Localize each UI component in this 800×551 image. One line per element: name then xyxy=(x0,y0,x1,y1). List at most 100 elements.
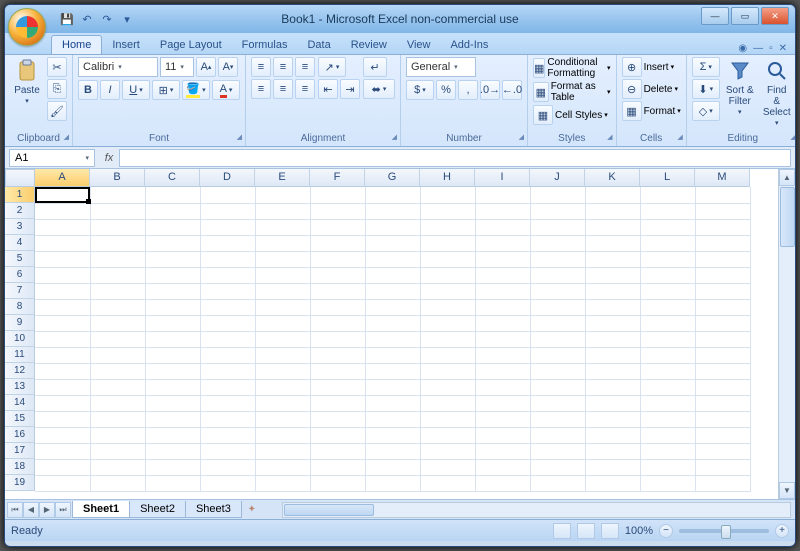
cell[interactable] xyxy=(35,235,90,251)
conditional-formatting-button[interactable]: ▦Conditional Formatting▾ xyxy=(533,57,611,79)
scroll-down-icon[interactable]: ▼ xyxy=(779,482,795,499)
cell[interactable] xyxy=(145,299,200,315)
cell[interactable] xyxy=(420,203,475,219)
cell[interactable] xyxy=(530,283,585,299)
name-box[interactable]: A1 xyxy=(9,149,95,167)
row-header-9[interactable]: 9 xyxy=(5,315,35,331)
fx-button[interactable]: fx xyxy=(99,149,119,167)
zoom-in-button[interactable]: + xyxy=(775,524,789,538)
cell[interactable] xyxy=(365,235,420,251)
cell[interactable] xyxy=(585,203,640,219)
cell[interactable] xyxy=(35,347,90,363)
cell[interactable] xyxy=(255,251,310,267)
cell[interactable] xyxy=(640,427,695,443)
cell[interactable] xyxy=(90,251,145,267)
cell[interactable] xyxy=(200,299,255,315)
vertical-scrollbar[interactable]: ▲ ▼ xyxy=(778,169,795,499)
cell[interactable] xyxy=(585,331,640,347)
vscroll-thumb[interactable] xyxy=(780,187,795,247)
cell[interactable] xyxy=(310,411,365,427)
cell[interactable] xyxy=(90,331,145,347)
cell[interactable] xyxy=(200,283,255,299)
cell[interactable] xyxy=(475,395,530,411)
cell[interactable] xyxy=(310,315,365,331)
cell[interactable] xyxy=(35,299,90,315)
cell[interactable] xyxy=(530,235,585,251)
cell[interactable] xyxy=(255,411,310,427)
cell[interactable] xyxy=(35,203,90,219)
autosum-button[interactable]: Σ xyxy=(692,57,720,77)
increase-decimal-button[interactable]: .0→ xyxy=(480,80,500,100)
cell[interactable] xyxy=(695,363,750,379)
cell[interactable] xyxy=(200,267,255,283)
row-header-18[interactable]: 18 xyxy=(5,459,35,475)
cell[interactable] xyxy=(90,235,145,251)
cell[interactable] xyxy=(695,187,750,203)
cell[interactable] xyxy=(90,219,145,235)
cell[interactable] xyxy=(145,219,200,235)
cell[interactable] xyxy=(145,315,200,331)
new-sheet-button[interactable]: ✦ xyxy=(242,504,262,515)
cell[interactable] xyxy=(475,331,530,347)
cell[interactable] xyxy=(640,235,695,251)
cell[interactable] xyxy=(145,459,200,475)
cell[interactable] xyxy=(365,331,420,347)
help-icon[interactable]: ◉ xyxy=(738,43,747,54)
cell[interactable] xyxy=(35,459,90,475)
cell[interactable] xyxy=(90,475,145,491)
cell[interactable] xyxy=(585,267,640,283)
cell[interactable] xyxy=(640,203,695,219)
cell[interactable] xyxy=(695,331,750,347)
cell[interactable] xyxy=(420,235,475,251)
row-header-2[interactable]: 2 xyxy=(5,203,35,219)
cell[interactable] xyxy=(530,363,585,379)
cell[interactable] xyxy=(255,379,310,395)
fill-button[interactable]: ⬇ xyxy=(692,79,720,99)
comma-button[interactable]: , xyxy=(458,80,478,100)
cell[interactable] xyxy=(640,251,695,267)
row-header-4[interactable]: 4 xyxy=(5,235,35,251)
cell[interactable] xyxy=(90,395,145,411)
cell[interactable] xyxy=(365,363,420,379)
cell[interactable] xyxy=(35,475,90,491)
tab-addins[interactable]: Add-Ins xyxy=(440,36,498,54)
qat-dropdown-icon[interactable]: ▾ xyxy=(119,11,135,27)
column-header-M[interactable]: M xyxy=(695,169,750,187)
decrease-indent-button[interactable]: ⇤ xyxy=(318,79,338,99)
cell[interactable] xyxy=(475,235,530,251)
cell[interactable] xyxy=(695,379,750,395)
cell[interactable] xyxy=(475,379,530,395)
increase-indent-button[interactable]: ⇥ xyxy=(340,79,360,99)
cell[interactable] xyxy=(530,379,585,395)
cell[interactable] xyxy=(695,347,750,363)
cell[interactable] xyxy=(585,411,640,427)
cell[interactable] xyxy=(365,443,420,459)
cell[interactable] xyxy=(695,235,750,251)
cell[interactable] xyxy=(585,379,640,395)
align-center-button[interactable]: ≡ xyxy=(273,79,293,99)
cell[interactable] xyxy=(420,443,475,459)
cell[interactable] xyxy=(585,363,640,379)
cell[interactable] xyxy=(640,187,695,203)
cell[interactable] xyxy=(145,283,200,299)
cell[interactable] xyxy=(695,411,750,427)
row-header-8[interactable]: 8 xyxy=(5,299,35,315)
find-select-button[interactable]: Find & Select▾ xyxy=(760,57,794,130)
cell[interactable] xyxy=(310,331,365,347)
cell[interactable] xyxy=(365,187,420,203)
italic-button[interactable]: I xyxy=(100,80,120,100)
cell[interactable] xyxy=(145,203,200,219)
cell[interactable] xyxy=(640,395,695,411)
sheet-tab-2[interactable]: Sheet2 xyxy=(129,501,186,518)
format-cells-button[interactable]: ▦Format▾ xyxy=(622,101,681,121)
cell[interactable] xyxy=(585,219,640,235)
cell[interactable] xyxy=(475,187,530,203)
cell[interactable] xyxy=(695,459,750,475)
cell[interactable] xyxy=(145,443,200,459)
row-header-10[interactable]: 10 xyxy=(5,331,35,347)
row-header-7[interactable]: 7 xyxy=(5,283,35,299)
cell[interactable] xyxy=(35,283,90,299)
tab-data[interactable]: Data xyxy=(297,36,340,54)
clear-button[interactable]: ◇ xyxy=(692,101,720,121)
cell[interactable] xyxy=(530,475,585,491)
